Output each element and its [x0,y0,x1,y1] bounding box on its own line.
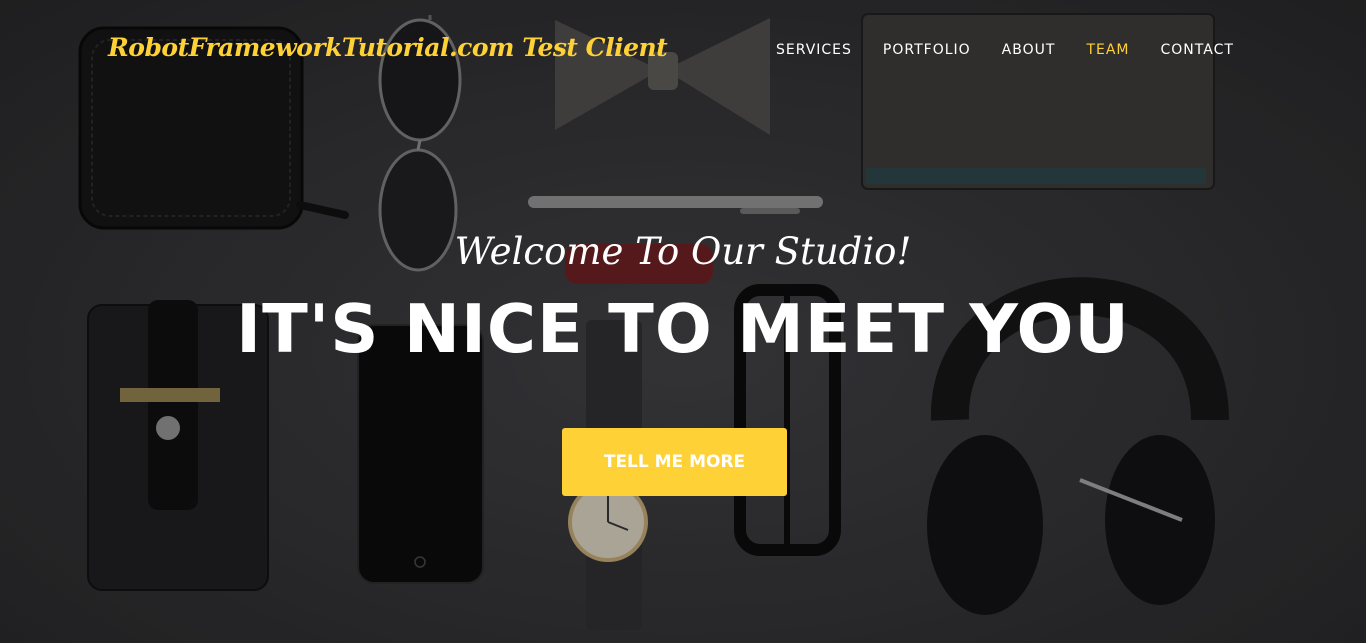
nav-item-portfolio: PORTFOLIO [883,41,971,59]
nav-item-services: SERVICES [776,41,852,59]
nav-link-portfolio[interactable]: PORTFOLIO [883,42,971,58]
nav-item-about: ABOUT [1002,41,1056,59]
hero-intro: Welcome To Our Studio! IT'S NICE TO MEET… [0,230,1366,363]
tell-me-more-button[interactable]: TELL ME MORE [562,428,787,496]
hero-section: RobotFrameworkTutorial.com Test Client S… [0,0,1366,643]
hero-lead-in: Welcome To Our Studio! [454,230,912,273]
nav-link-services[interactable]: SERVICES [776,42,852,58]
nav-item-team: TEAM [1086,41,1129,59]
site-brand-logo[interactable]: RobotFrameworkTutorial.com Test Client [108,33,668,62]
nav-link-about[interactable]: ABOUT [1002,42,1056,58]
nav-link-team[interactable]: TEAM [1086,42,1129,58]
nav-item-contact: CONTACT [1161,41,1234,59]
nav-link-contact[interactable]: CONTACT [1161,42,1234,58]
main-navigation: SERVICES PORTFOLIO ABOUT TEAM CONTACT [776,41,1234,59]
hero-heading: IT'S NICE TO MEET YOU [236,290,1130,369]
